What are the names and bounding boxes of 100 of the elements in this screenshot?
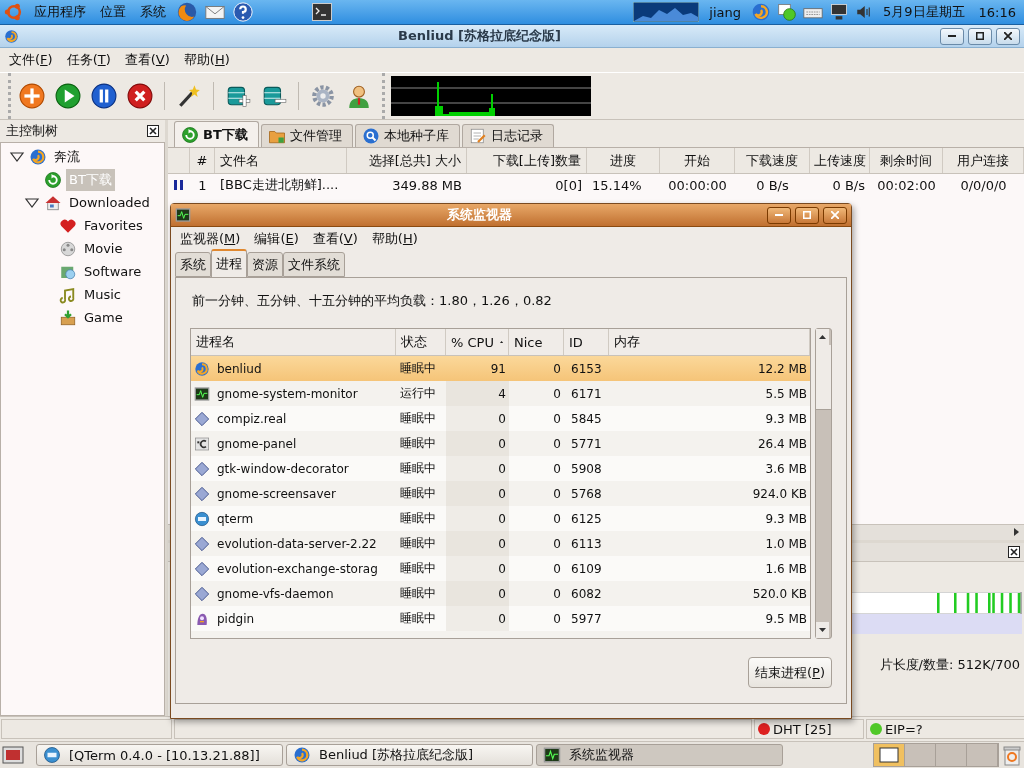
tree-item[interactable]: Favorites [81,216,146,235]
process-row[interactable]: evolution-exchange-storag 睡眠中 0 0 6109 1.6 MB [191,556,810,581]
column-header[interactable]: # [190,148,215,173]
tab[interactable]: 资源 [247,252,283,277]
show-desktop-icon[interactable] [2,745,24,765]
minimize-icon [775,214,783,216]
table-cell-text: 6153 [570,360,603,378]
minimize-button[interactable] [767,206,791,224]
menu-item[interactable]: 帮助(H) [364,228,425,250]
column-header[interactable]: 开始 [660,148,735,173]
column-header[interactable]: 文件名 [215,148,347,173]
process-row[interactable]: compiz.real 睡眠中 0 0 5845 9.3 MB [191,406,810,431]
scroll-down-icon[interactable] [816,622,829,638]
tab[interactable]: 进程 [211,249,247,277]
menu-item[interactable]: 查看(V) [117,49,177,71]
tree-item[interactable]: Music [81,285,124,304]
column-header[interactable]: 上传速度 [810,148,870,173]
play-icon[interactable] [55,83,81,109]
wand-icon[interactable] [176,83,202,109]
tab[interactable]: 本地种子库 [354,124,460,147]
menu-item[interactable]: 文件(F) [2,49,60,71]
process-row[interactable]: gtk-window-decorator 睡眠中 0 0 5908 3.6 MB [191,456,810,481]
minimize-button[interactable] [940,27,964,45]
terminal-icon[interactable] [312,3,332,21]
add-icon[interactable] [19,83,45,109]
process-row[interactable]: gnome-system-monitor 运行中 4 0 6171 5.5 MB [191,381,810,406]
status-light-icon[interactable] [777,2,797,22]
workspace[interactable] [874,744,905,766]
browser-icon[interactable] [176,1,198,23]
settings-icon[interactable] [310,83,336,109]
maximize-button[interactable] [968,27,992,45]
panel-menu[interactable]: 系统 [136,3,170,21]
end-process-button[interactable]: 结束进程(P) [748,657,832,688]
column-header[interactable]: 状态 [396,329,446,355]
table-cell-text: 0 B/s [831,176,866,195]
column-header[interactable]: 内存 [609,329,810,355]
menu-item[interactable]: 查看(V) [305,228,365,250]
table-cell-text: [BBC走进北朝鲜].... [219,176,340,194]
pause-icon[interactable] [91,83,117,109]
network-icon[interactable] [829,2,849,22]
menu-item[interactable]: 编辑(E) [247,228,306,250]
task-button[interactable]: 系统监视器 [536,744,783,766]
tree-item[interactable]: 奔流 [51,145,83,168]
column-header[interactable]: 进程名 [191,329,396,355]
help-icon[interactable] [232,1,254,23]
table-cell-text: 0 [552,360,562,378]
column-header[interactable]: 进度 [587,148,660,173]
column-header[interactable]: Nice [509,329,564,355]
pause-icon [173,180,185,190]
clock-text[interactable]: 16:16 [974,4,1020,20]
task-button[interactable]: Benliud [苏格拉底纪念版] [286,744,533,766]
volume-icon[interactable] [855,3,873,21]
stop-icon[interactable] [127,83,153,109]
panel-menu[interactable]: 应用程序 [30,3,90,21]
date-text[interactable]: 5月9日星期五 [879,3,969,21]
maximize-button[interactable] [795,206,819,224]
column-header[interactable]: 下载[上传]数量 [467,148,587,173]
task-button[interactable]: [QTerm 0.4.0 - [10.13.21.88]] [36,744,283,766]
close-icon[interactable] [147,125,159,137]
tab[interactable]: 日志记录 [461,124,554,147]
panel-menu[interactable]: 位置 [96,3,130,21]
tab[interactable]: 文件系统 [283,252,345,277]
process-row[interactable]: gnome-screensaver 睡眠中 0 0 5768 924.0 KB [191,481,810,506]
process-row[interactable]: pidgin 睡眠中 0 0 5977 9.5 MB [191,606,810,631]
expander-icon[interactable] [9,150,25,163]
process-row[interactable]: gnome-vfs-daemon 睡眠中 0 0 6082 520.0 KB [191,581,810,606]
close-button[interactable] [823,206,847,224]
table-cell-text: 26.4 MB [756,435,808,453]
column-header[interactable]: % CPU [446,329,509,355]
keyboard-icon[interactable] [803,5,823,19]
menu-item[interactable]: 帮助(H) [176,49,237,71]
tab[interactable]: BT下载 [174,121,259,147]
tab[interactable]: 文件管理 [260,124,353,147]
tab[interactable]: 系统 [175,252,211,277]
menu-item[interactable]: 监视器(M) [173,228,248,250]
load-average-text: 前一分钟、五分钟、十五分钟的平均负载：1.80，1.26，0.82 [192,292,553,310]
process-name: pidgin [216,611,256,626]
expander-icon[interactable] [24,196,40,209]
column-header[interactable]: 剩余时间 [870,148,943,173]
process-name: gnome-system-monitor [216,386,359,401]
minimize-icon [948,35,956,37]
menu-item[interactable]: 任务(T) [59,49,118,71]
tree-item[interactable]: Downloaded [66,193,153,212]
column-header[interactable]: 用户连接 [943,148,1024,173]
process-row[interactable]: qterm 睡眠中 0 0 6125 9.3 MB [191,506,810,531]
tree-item[interactable]: Game [81,308,126,327]
close-icon[interactable] [1008,546,1020,558]
process-row[interactable]: evolution-data-server-2.22 睡眠中 0 0 6113 1.0 MB [191,531,810,556]
column-header[interactable]: ID [564,329,609,355]
column-header[interactable]: 下载速度 [735,148,810,173]
column-header[interactable]: 选择[总共] 大小 [347,148,467,173]
scroll-up-icon[interactable] [816,329,829,345]
swirl-icon [29,147,47,166]
tree-item[interactable]: Movie [81,239,126,258]
user-icon[interactable] [346,83,372,109]
process-row[interactable]: gnome-panel 睡眠中 0 0 5771 26.4 MB [191,431,810,456]
tree-item[interactable]: Software [81,262,145,281]
close-button[interactable] [996,27,1020,45]
scroll-thumb[interactable] [816,345,831,410]
process-row[interactable]: benliud 睡眠中 91 0 6153 12.2 MB [191,356,810,381]
